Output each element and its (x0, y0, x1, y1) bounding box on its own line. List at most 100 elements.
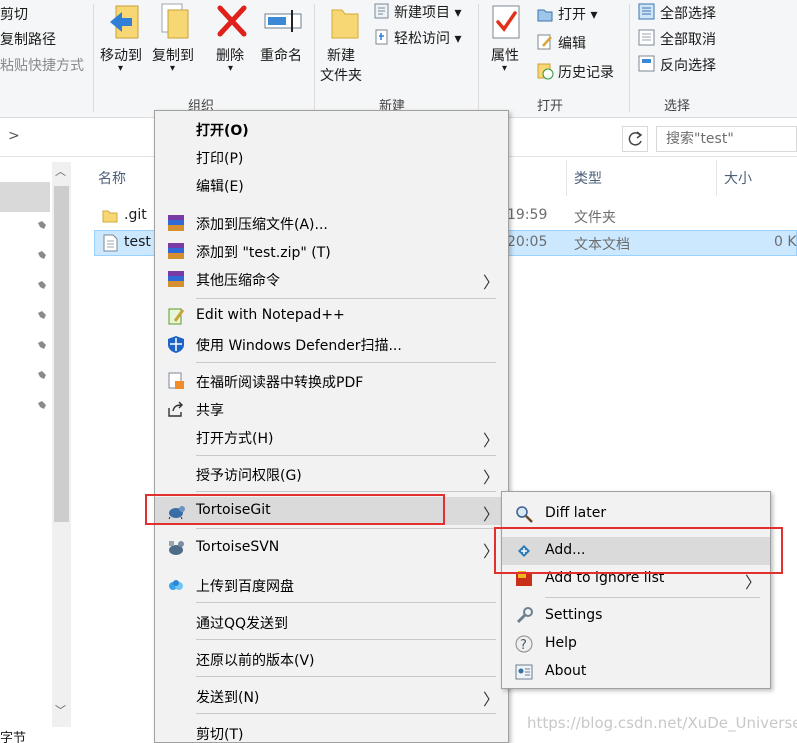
edit-icon (537, 34, 552, 50)
column-divider[interactable] (716, 160, 717, 196)
chevron-right-icon: 〉 (483, 431, 500, 450)
menu-item-edit[interactable]: 编辑(E) (155, 171, 508, 199)
submenu-item-diff-later[interactable]: Diff later (502, 500, 770, 528)
submenu-item-about[interactable]: About (502, 658, 770, 686)
menu-separator (196, 298, 496, 299)
refresh-button[interactable] (622, 126, 648, 152)
cut-button[interactable]: 剪切 (0, 4, 28, 24)
file-type: 文件夹 (574, 210, 616, 226)
copy-to-icon (161, 3, 189, 39)
delete-button[interactable]: 删除 ▾ (213, 0, 253, 90)
highlight-box-tortoisegit (145, 494, 445, 525)
context-menu: 打开(O) 打印(P) 编辑(E) 添加到压缩文件(A)... 添加到 "tes… (154, 110, 509, 743)
chevron-right-icon: 〉 (483, 468, 500, 487)
nav-scrollbar-thumb[interactable] (54, 186, 69, 522)
menu-item-notepad-plus-plus[interactable]: Edit with Notepad++ (155, 302, 508, 330)
column-header-size[interactable]: 大小 (724, 168, 752, 188)
chevron-right-icon: 〉 (483, 273, 500, 292)
highlight-box-add (494, 527, 783, 574)
new-folder-icon (331, 9, 359, 39)
text-file-icon (103, 234, 118, 252)
column-divider[interactable] (566, 160, 567, 196)
file-name: .git (124, 207, 147, 223)
move-to-icon (110, 5, 139, 39)
menu-item-tortoisesvn[interactable]: TortoiseSVN 〉 (155, 534, 508, 562)
rename-button[interactable]: 重命名 (258, 0, 308, 90)
about-icon (515, 664, 533, 680)
menu-separator (545, 597, 760, 598)
winrar-icon (168, 215, 184, 231)
folder-icon (102, 210, 118, 223)
history-button[interactable]: 历史记录 (558, 62, 614, 82)
scroll-down-icon[interactable]: ﹀ (55, 702, 66, 718)
tortoisesvn-icon (169, 541, 184, 555)
menu-item-add-to-zip[interactable]: 添加到 "test.zip" (T) (155, 237, 508, 265)
winrar-icon (168, 243, 184, 259)
baidu-netdisk-icon (169, 580, 183, 590)
menu-item-send-via-qq[interactable]: 通过QQ发送到 (155, 608, 508, 636)
menu-separator (196, 713, 496, 714)
select-all-button[interactable]: 全部选择 (660, 3, 716, 23)
menu-item-foxit-pdf[interactable]: 在福昕阅读器中转换成PDF (155, 367, 508, 395)
new-item-icon (374, 3, 389, 19)
column-header-name[interactable]: 名称 (98, 168, 126, 188)
ribbon: 剪切 复制路径 粘贴快捷方式 移动到 ▾ 复制到 ▾ 删除 ▾ 重命名 组织 新… (0, 0, 797, 118)
menu-item-grant-access[interactable]: 授予访问权限(G) 〉 (155, 460, 508, 488)
new-item-button[interactable]: 新建项目 ▾ (394, 2, 461, 22)
menu-item-add-to-archive[interactable]: 添加到压缩文件(A)... (155, 209, 508, 237)
help-icon: ? (515, 635, 533, 653)
scroll-up-icon[interactable]: ︿ (55, 163, 66, 179)
menu-item-open[interactable]: 打开(O) (155, 115, 508, 143)
new-folder-button[interactable]: 新建 文件夹 (320, 0, 370, 90)
menu-item-other-compress[interactable]: 其他压缩命令 〉 (155, 265, 508, 293)
ribbon-divider (629, 4, 630, 112)
nav-selected-item[interactable] (0, 182, 50, 212)
menu-separator (196, 602, 496, 603)
chevron-down-icon: ▾ (170, 63, 176, 74)
menu-item-cut[interactable]: 剪切(T) (155, 719, 508, 743)
menu-item-print[interactable]: 打印(P) (155, 143, 508, 171)
copy-to-button[interactable]: 复制到 ▾ (150, 0, 200, 90)
edit-button[interactable]: 编辑 (558, 33, 586, 53)
winrar-icon (168, 271, 184, 287)
file-time: 20:05 (507, 234, 548, 250)
search-input[interactable]: 搜索"test" (656, 126, 797, 152)
column-header-type[interactable]: 类型 (574, 168, 602, 188)
settings-icon (516, 607, 533, 624)
menu-item-defender-scan[interactable]: 使用 Windows Defender扫描... (155, 330, 508, 358)
menu-item-share[interactable]: 共享 (155, 395, 508, 423)
paste-shortcut-button[interactable]: 粘贴快捷方式 (0, 55, 84, 75)
submenu-item-help[interactable]: ? Help (502, 630, 770, 658)
svg-text:?: ? (520, 638, 527, 653)
chevron-down-icon: ▾ (118, 63, 124, 74)
watermark: https://blog.csdn.net/XuDe_Universe (527, 714, 797, 732)
menu-separator (196, 455, 496, 456)
move-to-button[interactable]: 移动到 ▾ (98, 0, 148, 90)
easy-access-button[interactable]: 轻松访问 ▾ (394, 28, 461, 48)
invert-selection-button[interactable]: 反向选择 (660, 55, 716, 75)
select-group-label: 选择 (664, 99, 691, 114)
copy-path-button[interactable]: 复制路径 (0, 29, 56, 49)
menu-separator (196, 491, 496, 492)
select-all-icon (638, 3, 655, 20)
invert-selection-icon (638, 55, 655, 72)
menu-item-baidu-upload[interactable]: 上传到百度网盘 (155, 571, 508, 599)
magnifier-icon (516, 506, 533, 523)
menu-item-open-with[interactable]: 打开方式(H) 〉 (155, 423, 508, 451)
menu-item-restore-versions[interactable]: 还原以前的版本(V) (155, 645, 508, 673)
nav-bottom-label: 字节 (0, 731, 27, 743)
submenu-item-settings[interactable]: Settings (502, 602, 770, 630)
pin-icons (36, 221, 46, 411)
open-button[interactable]: 打开 ▾ (558, 4, 597, 24)
delete-icon (217, 5, 247, 37)
history-icon (537, 63, 554, 80)
breadcrumb-chevron-icon[interactable]: > (8, 128, 20, 144)
refresh-icon (628, 131, 643, 146)
ribbon-divider (314, 4, 315, 112)
select-none-button[interactable]: 全部取消 (660, 29, 716, 49)
menu-item-send-to[interactable]: 发送到(N) 〉 (155, 682, 508, 710)
foxit-pdf-icon (168, 372, 184, 389)
open-group-label: 打开 (537, 99, 564, 114)
shield-icon (168, 336, 184, 353)
properties-button[interactable]: 属性 ▾ (484, 0, 530, 90)
